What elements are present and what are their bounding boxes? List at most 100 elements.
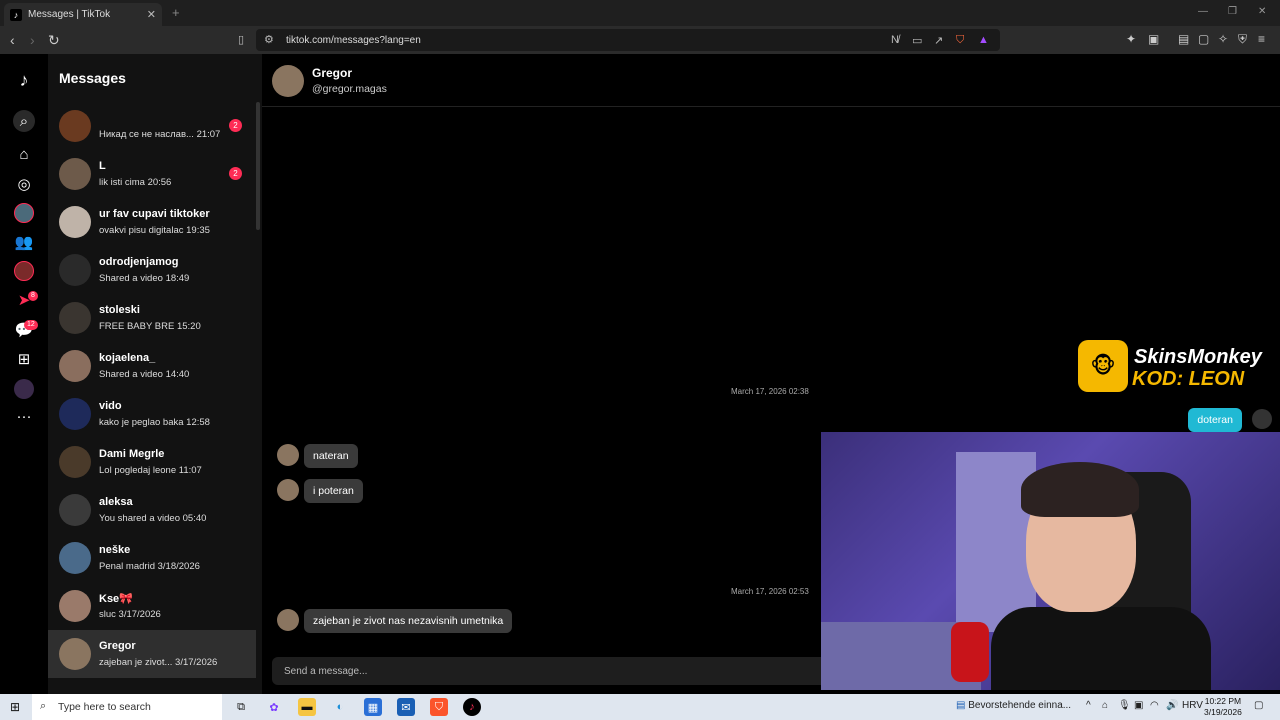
profile-avatar-icon[interactable] xyxy=(14,379,34,399)
meet-icon[interactable]: ▣ xyxy=(1134,700,1143,711)
avatar xyxy=(59,542,91,574)
chat-contact-username[interactable]: @gregor.magas xyxy=(312,83,387,95)
conversation-item[interactable]: odrodjenjamog Shared a video 18:49 xyxy=(48,246,256,294)
conversation-name: Dami Megrle xyxy=(99,448,165,460)
no-translate-icon[interactable]: N̸ xyxy=(891,34,899,46)
new-tab-icon[interactable]: + xyxy=(172,5,180,20)
conversation-item[interactable]: neške Penal madrid 3/18/2026 xyxy=(48,534,256,582)
conversation-item[interactable]: vido kako je peglao baka 12:58 xyxy=(48,390,256,438)
brave-rewards-icon[interactable]: ▲ xyxy=(978,34,989,46)
upload-icon[interactable]: ⊞ xyxy=(14,349,34,369)
minimize-icon[interactable]: — xyxy=(1198,6,1208,17)
conversation-preview: FREE BABY BRE 15:20 xyxy=(99,321,201,332)
cast-icon[interactable]: ▭ xyxy=(912,34,922,47)
conversation-name: L xyxy=(99,160,106,172)
leo-ai-icon[interactable]: ✧ xyxy=(1218,32,1228,46)
notification-center-icon[interactable]: ▢ xyxy=(1254,700,1263,711)
conversation-item[interactable]: ur fav cupavi tiktoker ovakvi pisu digit… xyxy=(48,198,256,246)
store-icon[interactable]: ▦ xyxy=(364,698,382,716)
conversation-name: neške xyxy=(99,544,131,556)
taskbar-search[interactable]: ⌕ Type here to search xyxy=(32,694,222,720)
wallet-icon[interactable]: ▣ xyxy=(1148,32,1159,46)
explore-icon[interactable]: ◎ xyxy=(14,174,34,194)
conversation-name: odrodjenjamog xyxy=(99,256,179,268)
sidebar-toggle-icon[interactable]: ▤ xyxy=(1178,32,1189,46)
reload-icon[interactable]: ↻ xyxy=(48,32,60,49)
back-icon[interactable]: ‹ xyxy=(10,32,15,48)
tiktok-logo-icon[interactable]: ♪ xyxy=(14,70,34,90)
conversation-item[interactable]: stoleski FREE BABY BRE 15:20 xyxy=(48,294,256,342)
conversation-name: vido xyxy=(99,400,122,412)
search-icon[interactable]: ⌕ xyxy=(13,110,35,132)
incoming-message: i poteran xyxy=(304,479,363,503)
taskbar-notification[interactable]: ▤ Bevorstehende einna... xyxy=(956,700,1071,711)
conversation-item[interactable]: Kse🎀 sluc 3/17/2026 xyxy=(48,582,256,630)
tray-chevron-icon[interactable]: ^ xyxy=(1086,700,1091,711)
address-bar[interactable]: ▯ ⚙ tiktok.com/messages?lang=en N̸ ▭ ↗ ⛉… xyxy=(238,29,1000,51)
volume-icon[interactable]: 🔊 xyxy=(1166,700,1178,711)
task-view-icon[interactable]: ⧉ xyxy=(232,698,250,716)
messages-badge: 12 xyxy=(24,320,38,330)
windows-start-icon[interactable]: ⊞ xyxy=(10,700,20,714)
avatar xyxy=(59,158,91,190)
avatar xyxy=(59,206,91,238)
conversation-preview: Penal madrid 3/18/2026 xyxy=(99,561,200,572)
friends-icon[interactable]: 👥 xyxy=(14,232,34,252)
language-indicator[interactable]: HRV xyxy=(1182,700,1203,711)
conversation-preview: Shared a video 18:49 xyxy=(99,273,190,284)
avatar xyxy=(59,590,91,622)
conversation-item[interactable]: kojaelena_ Shared a video 14:40 xyxy=(48,342,256,390)
message-input[interactable] xyxy=(272,657,832,685)
browser-tab[interactable]: ♪ Messages | TikTok ✕ xyxy=(4,3,162,26)
more-icon[interactable]: ··· xyxy=(14,406,34,426)
messages-title: Messages xyxy=(59,70,126,86)
conversation-preview: Никад се не наслав... 21:07 xyxy=(99,129,221,140)
restore-icon[interactable]: ❐ xyxy=(1228,6,1237,17)
taskbar-clock[interactable]: 10:22 PM 3/19/2026 xyxy=(1204,696,1242,718)
incoming-message: nateran xyxy=(304,444,358,468)
conversation-scrollbar[interactable] xyxy=(256,102,260,230)
avatar xyxy=(59,494,91,526)
microphone-icon[interactable]: 🎙 xyxy=(1118,700,1131,711)
mail-icon[interactable]: ✉ xyxy=(397,698,415,716)
tab-close-icon[interactable]: ✕ xyxy=(147,8,156,21)
outgoing-message: doteran xyxy=(1188,408,1242,432)
tiktok-nav-rail: ♪ ⌕ ⌂ ◎ 👥 ➤ 8 💬 12 ⊞ ··· xyxy=(0,54,48,694)
conversation-item[interactable]: L lik isti cima 20:56 2 xyxy=(48,150,256,198)
inbox-badge: 8 xyxy=(28,291,38,301)
conversation-item-active[interactable]: Gregor zajeban je zivot... 3/17/2026 xyxy=(48,630,256,678)
browser-toolbar: ‹ › ↻ ▯ ⚙ tiktok.com/messages?lang=en N̸… xyxy=(0,26,1280,54)
forward-icon[interactable]: › xyxy=(30,32,35,48)
conversation-preview: Shared a video 14:40 xyxy=(99,369,190,380)
clock-time: 10:22 PM xyxy=(1204,696,1242,706)
incoming-message: zajeban je zivot nas nezavisnih umetnika xyxy=(304,609,513,633)
webcam-microphone xyxy=(951,622,989,682)
vpn-icon[interactable]: ⛨ xyxy=(1238,32,1247,47)
avatar xyxy=(59,638,91,670)
conversation-item[interactable]: Dami Megrle Lol pogledaj leone 11:07 xyxy=(48,438,256,486)
wifi-icon[interactable]: ◠ xyxy=(1150,700,1159,711)
conversation-item[interactable]: aleksa You shared a video 05:40 xyxy=(48,486,256,534)
menu-icon[interactable]: ≡ xyxy=(1258,32,1265,46)
following-avatar-icon[interactable] xyxy=(14,203,34,223)
site-info-icon[interactable]: ⚙ xyxy=(264,33,274,46)
network-icon[interactable]: ⌂ xyxy=(1102,700,1108,711)
live-avatar-icon[interactable] xyxy=(14,261,34,281)
window-close-icon[interactable]: ✕ xyxy=(1258,6,1266,17)
bookmark-icon[interactable]: ▯ xyxy=(238,33,244,46)
home-icon[interactable]: ⌂ xyxy=(14,144,34,164)
search-icon: ⌕ xyxy=(40,700,47,712)
avatar[interactable] xyxy=(272,65,304,97)
share-icon[interactable]: ↗ xyxy=(934,34,943,47)
edge-icon[interactable]: ◐ xyxy=(331,698,349,716)
tiktok-app-icon[interactable]: ♪ xyxy=(463,698,481,716)
extensions-icon[interactable]: ✦ xyxy=(1126,32,1136,46)
chat-contact-name[interactable]: Gregor xyxy=(312,66,352,80)
avatar xyxy=(59,398,91,430)
file-explorer-icon[interactable]: ▬ xyxy=(298,698,316,716)
brave-browser-icon[interactable]: ⛉ xyxy=(430,698,448,716)
wallet-panel-icon[interactable]: ▢ xyxy=(1198,32,1209,46)
conversation-item[interactable]: Никад се не наслав... 21:07 2 xyxy=(48,102,256,150)
brave-shield-icon[interactable]: ⛉ xyxy=(956,34,964,47)
copilot-icon[interactable]: ✿ xyxy=(265,698,283,716)
